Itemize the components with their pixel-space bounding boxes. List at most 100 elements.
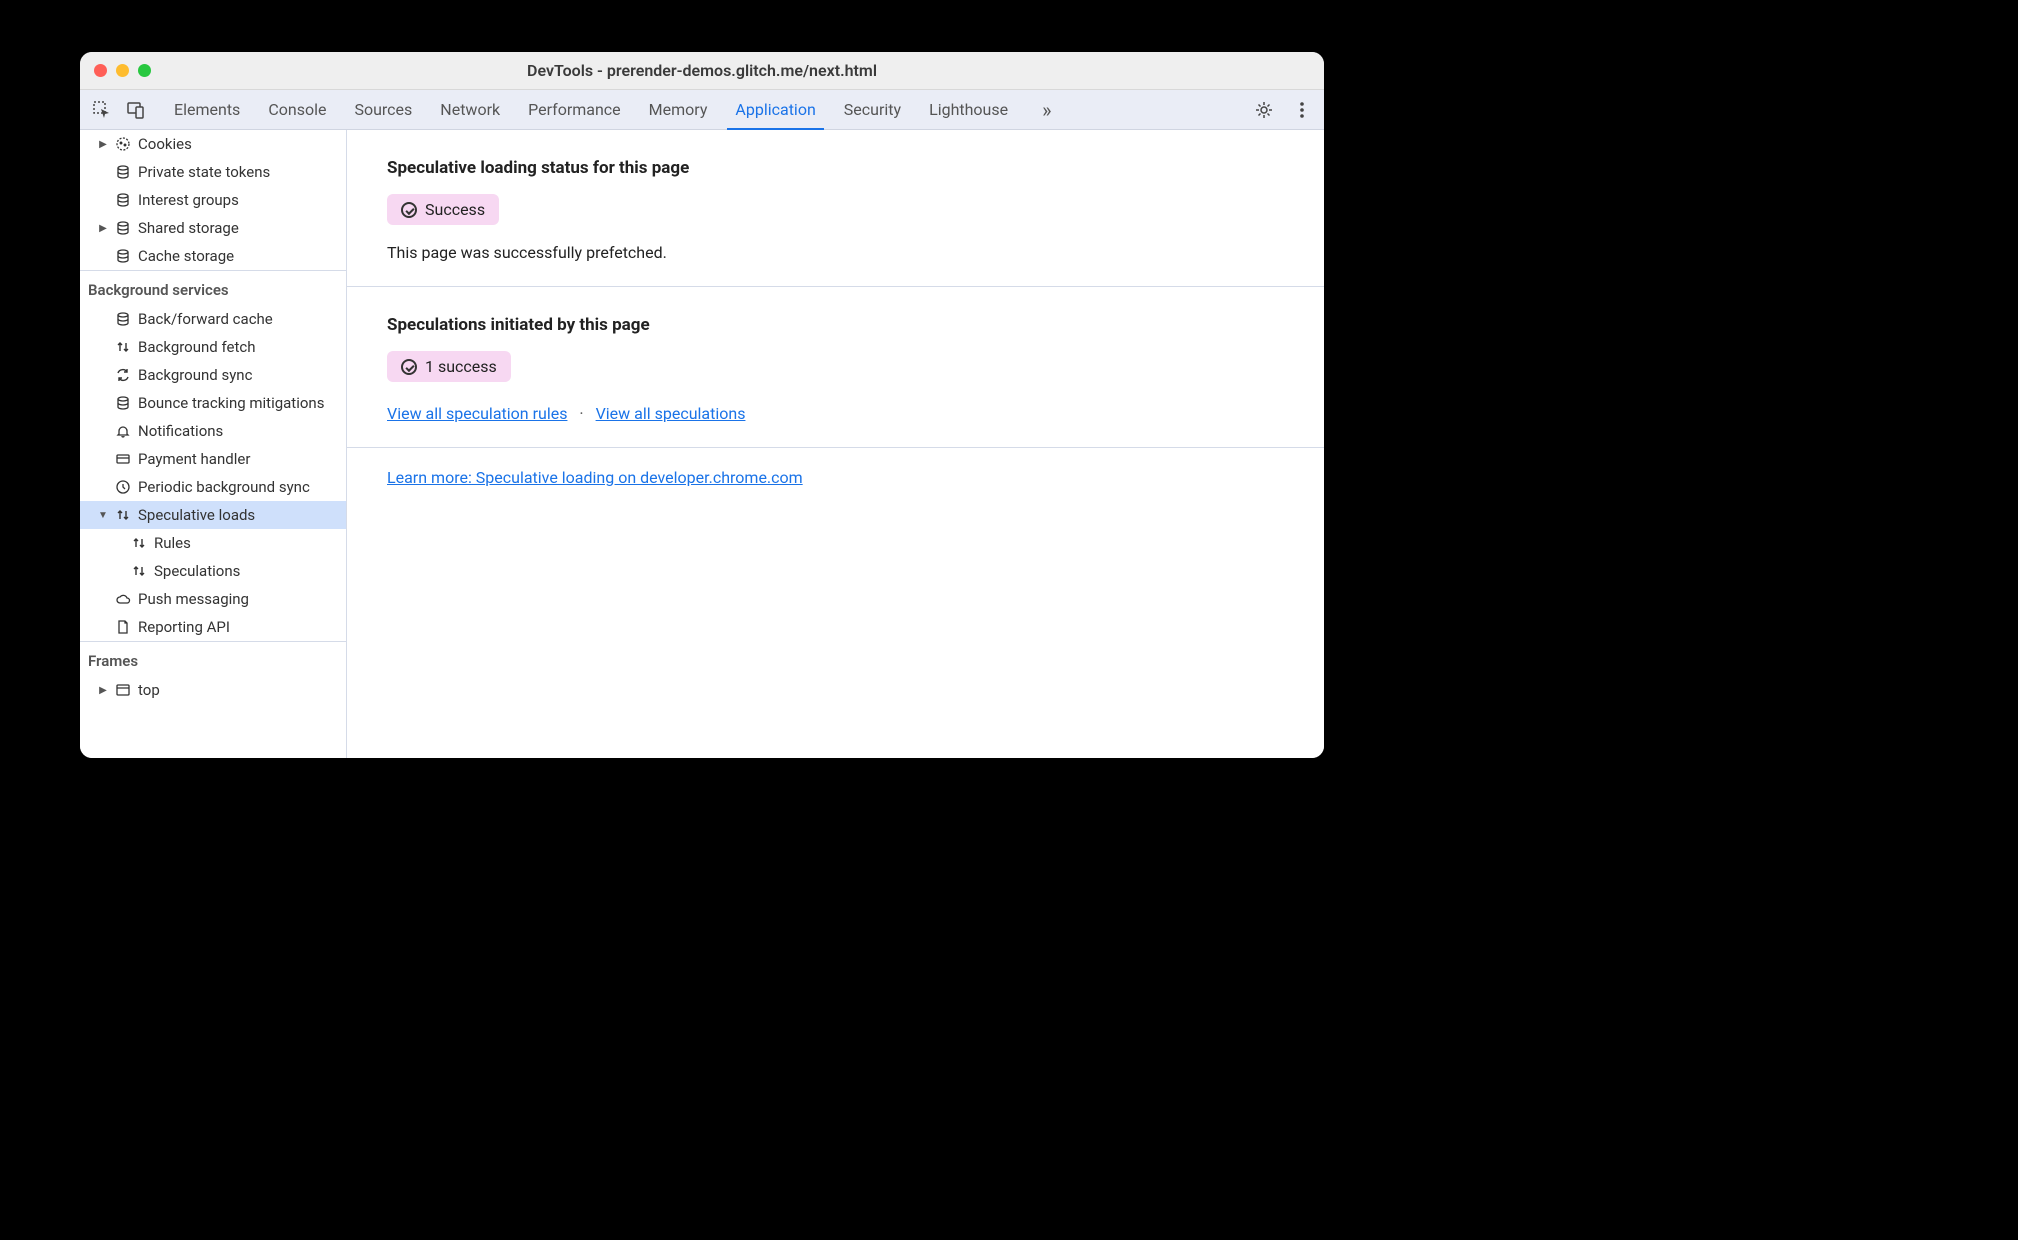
database-icon [114, 310, 132, 328]
chevron-right-icon: ▶ [98, 139, 108, 150]
database-icon [114, 394, 132, 412]
sidebar-item-speculative-loads[interactable]: ▼ Speculative loads [80, 501, 346, 529]
sidebar-item-cookies[interactable]: ▶ Cookies [80, 130, 346, 158]
updown-arrows-icon [114, 338, 132, 356]
speculations-links: View all speculation rules · View all sp… [387, 404, 1284, 423]
sidebar-item-rules[interactable]: Rules [80, 529, 346, 557]
sidebar-item-payment-handler[interactable]: Payment handler [80, 445, 346, 473]
titlebar: DevTools - prerender-demos.glitch.me/nex… [80, 52, 1324, 90]
sidebar-item-periodic-sync[interactable]: Periodic background sync [80, 473, 346, 501]
sidebar-item-private-state-tokens[interactable]: Private state tokens [80, 158, 346, 186]
more-options-icon[interactable] [1288, 96, 1316, 124]
database-icon [114, 163, 132, 181]
devtools-window: DevTools - prerender-demos.glitch.me/nex… [80, 52, 1324, 758]
window-title: DevTools - prerender-demos.glitch.me/nex… [80, 61, 1324, 80]
sidebar-item-reporting-api[interactable]: Reporting API [80, 613, 346, 641]
device-toolbar-icon[interactable] [122, 96, 150, 124]
sidebar-item-label: Background fetch [138, 338, 255, 356]
sidebar-item-label: Background sync [138, 366, 252, 384]
chevron-right-icon: ▶ [98, 223, 108, 234]
sidebar-item-background-fetch[interactable]: Background fetch [80, 333, 346, 361]
sidebar-item-label: Speculative loads [138, 506, 255, 524]
tab-application[interactable]: Application [735, 90, 815, 129]
sidebar-item-cache-storage[interactable]: Cache storage [80, 242, 346, 270]
main-panel: Speculative loading status for this page… [347, 130, 1324, 758]
tab-security[interactable]: Security [844, 90, 901, 129]
database-icon [114, 191, 132, 209]
zoom-window-button[interactable] [138, 64, 151, 77]
sidebar-item-label: Interest groups [138, 191, 239, 209]
sidebar-item-label: Speculations [154, 562, 240, 580]
sidebar-item-interest-groups[interactable]: Interest groups [80, 186, 346, 214]
tab-network[interactable]: Network [440, 90, 500, 129]
sidebar-item-label: Back/forward cache [138, 310, 273, 328]
sidebar-item-label: Cookies [138, 135, 192, 153]
sidebar-item-label: Private state tokens [138, 163, 270, 181]
traffic-lights [94, 64, 151, 77]
close-window-button[interactable] [94, 64, 107, 77]
sidebar-item-back-forward-cache[interactable]: Back/forward cache [80, 305, 346, 333]
database-icon [114, 219, 132, 237]
sidebar-item-notifications[interactable]: Notifications [80, 417, 346, 445]
bell-icon [114, 422, 132, 440]
status-badge-label: Success [425, 200, 485, 219]
sidebar-item-label: Cache storage [138, 247, 234, 265]
sidebar-item-label: Payment handler [138, 450, 250, 468]
more-tabs-icon[interactable]: » [1036, 98, 1057, 122]
cookie-icon [114, 135, 132, 153]
check-circle-icon [401, 202, 417, 218]
chevron-right-icon: ▶ [98, 685, 108, 696]
sidebar-section-background-services: Background services [80, 270, 346, 305]
section-speculations-heading: Speculations initiated by this page [387, 315, 1284, 335]
speculations-badge: 1 success [387, 351, 511, 382]
settings-icon[interactable] [1250, 96, 1278, 124]
sidebar-item-push-messaging[interactable]: Push messaging [80, 585, 346, 613]
cloud-icon [114, 590, 132, 608]
tab-sources[interactable]: Sources [354, 90, 412, 129]
learn-more-link[interactable]: Learn more: Speculative loading on devel… [387, 468, 803, 487]
toolbar-right [1250, 96, 1316, 124]
sidebar-item-shared-storage[interactable]: ▶ Shared storage [80, 214, 346, 242]
devtools-toolbar: Elements Console Sources Network Perform… [80, 90, 1324, 130]
sync-icon [114, 366, 132, 384]
tab-elements[interactable]: Elements [174, 90, 240, 129]
tab-console[interactable]: Console [268, 90, 326, 129]
tab-performance[interactable]: Performance [528, 90, 621, 129]
sidebar-item-label: Bounce tracking mitigations [138, 394, 324, 412]
status-badge: Success [387, 194, 499, 225]
sidebar-item-label: Rules [154, 534, 191, 552]
tab-lighthouse[interactable]: Lighthouse [929, 90, 1008, 129]
panel-tabs: Elements Console Sources Network Perform… [174, 90, 1244, 129]
sidebar-item-bounce-tracking[interactable]: Bounce tracking mitigations [80, 389, 346, 417]
card-icon [114, 450, 132, 468]
view-all-rules-link[interactable]: View all speculation rules [387, 404, 567, 423]
sidebar-item-label: Reporting API [138, 618, 230, 636]
section-speculations: Speculations initiated by this page 1 su… [347, 287, 1324, 448]
sidebar-item-label: Notifications [138, 422, 223, 440]
section-status-heading: Speculative loading status for this page [387, 158, 1284, 178]
view-all-speculations-link[interactable]: View all speculations [596, 404, 746, 423]
sidebar-item-speculations[interactable]: Speculations [80, 557, 346, 585]
sidebar-item-label: Push messaging [138, 590, 249, 608]
chevron-down-icon: ▼ [98, 510, 108, 521]
updown-arrows-icon [130, 562, 148, 580]
sidebar-item-label: top [138, 681, 160, 699]
status-description: This page was successfully prefetched. [387, 243, 1284, 262]
updown-arrows-icon [114, 506, 132, 524]
check-circle-icon [401, 359, 417, 375]
link-separator: · [579, 404, 583, 423]
panel-body: ▶ Cookies Private state tokens Interest … [80, 130, 1324, 758]
tab-memory[interactable]: Memory [649, 90, 708, 129]
sidebar-item-label: Periodic background sync [138, 478, 310, 496]
sidebar-item-background-sync[interactable]: Background sync [80, 361, 346, 389]
updown-arrows-icon [130, 534, 148, 552]
sidebar-section-frames: Frames [80, 641, 346, 676]
section-learn-more: Learn more: Speculative loading on devel… [347, 448, 1324, 507]
inspect-element-icon[interactable] [88, 96, 116, 124]
frame-icon [114, 681, 132, 699]
sidebar-item-frame-top[interactable]: ▶ top [80, 676, 346, 704]
minimize-window-button[interactable] [116, 64, 129, 77]
section-status: Speculative loading status for this page… [347, 130, 1324, 287]
sidebar-item-label: Shared storage [138, 219, 239, 237]
application-sidebar: ▶ Cookies Private state tokens Interest … [80, 130, 347, 758]
